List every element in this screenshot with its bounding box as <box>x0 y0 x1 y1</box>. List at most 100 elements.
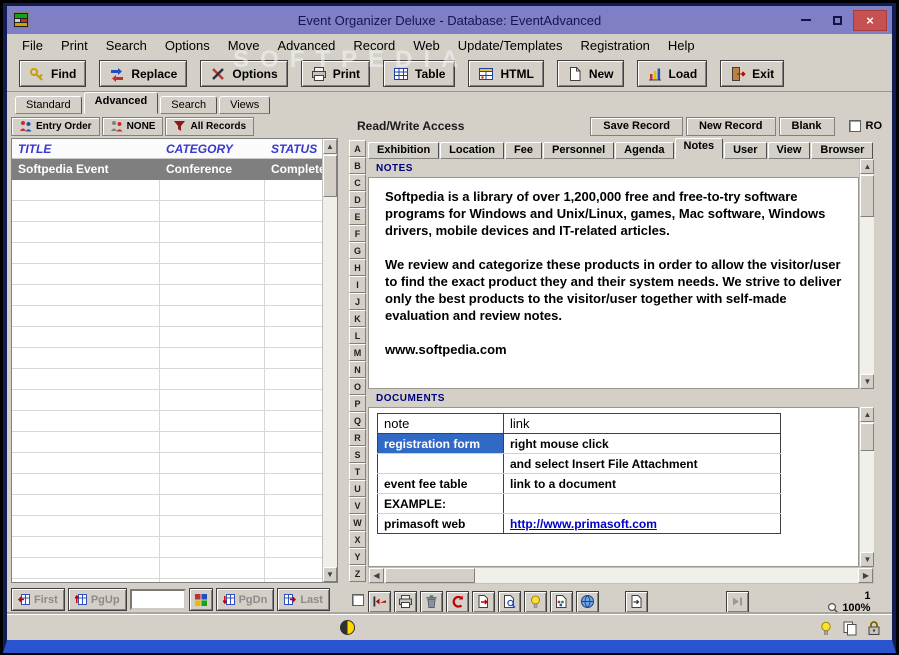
menu-item-search[interactable]: Search <box>97 35 156 56</box>
tab-browser[interactable]: Browser <box>811 142 874 159</box>
record-title-cell[interactable]: Softpedia Event <box>12 159 160 180</box>
doc-column-note[interactable]: note <box>377 413 504 434</box>
alpha-button[interactable]: J <box>349 293 366 310</box>
doc-link-cell[interactable]: link to a document <box>503 473 781 494</box>
record-status-cell[interactable]: Completed <box>265 159 322 180</box>
tab-view[interactable]: View <box>767 142 811 159</box>
attach-button[interactable] <box>625 590 648 613</box>
alpha-button[interactable]: U <box>349 480 366 497</box>
alpha-button[interactable]: A <box>349 140 366 157</box>
tab-fee[interactable]: Fee <box>505 142 542 159</box>
doc-row[interactable]: registration form right mouse click <box>377 433 781 454</box>
goto-record-button[interactable] <box>188 588 213 611</box>
last-record-button[interactable]: Last <box>277 588 330 611</box>
doc-row[interactable]: and select Insert File Attachment <box>377 453 781 474</box>
scroll-up-icon[interactable]: ▲ <box>860 407 875 422</box>
panel-splitter[interactable] <box>338 114 349 614</box>
notes-textarea[interactable]: Softpedia is a library of over 1,200,000… <box>368 177 860 389</box>
doc-note-cell[interactable]: event fee table <box>377 473 504 494</box>
all-records-button[interactable]: All Records <box>165 116 255 136</box>
close-button[interactable]: × <box>854 10 886 30</box>
menu-item-update-templates[interactable]: Update/Templates <box>449 35 572 56</box>
save-record-button[interactable]: Save Record <box>590 116 683 136</box>
footer-checkbox[interactable] <box>351 594 364 606</box>
alpha-button[interactable]: M <box>349 344 366 361</box>
doc-row[interactable]: primasoft web http://www.primasoft.com <box>377 513 781 534</box>
alpha-button[interactable]: F <box>349 225 366 242</box>
back-button[interactable] <box>368 590 391 613</box>
menu-item-help[interactable]: Help <box>659 35 704 56</box>
alpha-button[interactable]: K <box>349 310 366 327</box>
page-up-button[interactable]: PgUp <box>67 588 127 611</box>
tab-views[interactable]: Views <box>219 96 271 114</box>
refresh-button[interactable] <box>446 590 469 613</box>
alpha-button[interactable]: S <box>349 446 366 463</box>
documents-scrollbar[interactable]: ▲ ▼ <box>859 407 875 567</box>
alpha-button[interactable]: R <box>349 429 366 446</box>
alpha-button[interactable]: H <box>349 259 366 276</box>
alpha-button[interactable]: D <box>349 191 366 208</box>
menu-item-record[interactable]: Record <box>344 35 404 56</box>
tab-agenda[interactable]: Agenda <box>615 142 674 159</box>
alpha-button[interactable]: V <box>349 497 366 514</box>
scroll-track[interactable] <box>476 568 858 583</box>
alpha-button[interactable]: N <box>349 361 366 378</box>
doc-note-cell[interactable]: registration form <box>377 433 504 454</box>
record-category-cell[interactable]: Conference <box>160 159 265 180</box>
delete-button[interactable] <box>420 590 443 613</box>
table-button[interactable]: Table <box>383 60 456 87</box>
column-category[interactable]: CATEGORY <box>160 139 265 158</box>
replace-button[interactable]: Replace <box>99 60 188 87</box>
tab-advanced[interactable]: Advanced <box>83 92 159 114</box>
scroll-down-icon[interactable]: ▼ <box>860 374 875 389</box>
colors-button[interactable] <box>550 590 573 613</box>
find-button[interactable]: Find <box>19 60 87 87</box>
first-record-button[interactable]: First <box>11 588 65 611</box>
entry-order-button[interactable]: Entry Order <box>11 116 100 136</box>
scroll-thumb[interactable] <box>860 423 875 451</box>
scroll-up-icon[interactable]: ▲ <box>860 159 875 174</box>
scroll-thumb[interactable] <box>323 155 337 197</box>
scroll-track[interactable] <box>323 198 337 567</box>
scroll-down-icon[interactable]: ▼ <box>323 567 337 582</box>
alpha-button[interactable]: C <box>349 174 366 191</box>
menu-item-registration[interactable]: Registration <box>572 35 659 56</box>
read-only-checkbox[interactable] <box>848 120 861 132</box>
load-button[interactable]: Load <box>636 60 708 87</box>
alpha-button[interactable]: W <box>349 514 366 531</box>
options-button[interactable]: Options <box>200 60 288 87</box>
doc-link-cell[interactable] <box>503 493 781 514</box>
new-button[interactable]: New <box>556 60 624 87</box>
record-number-input[interactable] <box>129 589 186 610</box>
scroll-track[interactable] <box>860 452 874 552</box>
doc-row[interactable]: EXAMPLE: <box>377 493 781 514</box>
doc-note-cell[interactable] <box>377 453 504 474</box>
status-copy-icon[interactable] <box>842 620 858 636</box>
documents-hscrollbar[interactable]: ◀ ▶ <box>368 567 875 584</box>
next-record-button[interactable] <box>726 590 750 613</box>
view-document-button[interactable] <box>498 590 521 613</box>
alpha-button[interactable]: P <box>349 395 366 412</box>
alpha-button[interactable]: O <box>349 378 366 395</box>
alpha-button[interactable]: Y <box>349 548 366 565</box>
menu-item-print[interactable]: Print <box>52 35 97 56</box>
doc-row[interactable]: event fee table link to a document <box>377 473 781 494</box>
scroll-down-icon[interactable]: ▼ <box>860 552 875 567</box>
new-record-button[interactable]: New Record <box>685 116 776 136</box>
notes-scrollbar[interactable]: ▲ ▼ <box>859 159 875 389</box>
doc-link-cell[interactable]: right mouse click <box>503 433 781 454</box>
doc-link-cell[interactable]: and select Insert File Attachment <box>503 453 781 474</box>
alpha-button[interactable]: E <box>349 208 366 225</box>
alpha-button[interactable]: G <box>349 242 366 259</box>
print-record-button[interactable] <box>394 590 417 613</box>
exit-button[interactable]: Exit <box>720 60 785 87</box>
minimize-button[interactable] <box>792 11 820 30</box>
tab-personnel[interactable]: Personnel <box>542 142 615 159</box>
sort-none-button[interactable]: NONE <box>101 116 164 136</box>
scroll-up-icon[interactable]: ▲ <box>323 139 337 154</box>
maximize-button[interactable] <box>823 11 851 30</box>
page-down-button[interactable]: PgDn <box>215 588 275 611</box>
record-row-selected[interactable]: Softpedia Event Conference Completed <box>12 159 322 180</box>
alpha-button[interactable]: X <box>349 531 366 548</box>
tab-search[interactable]: Search <box>160 96 218 114</box>
